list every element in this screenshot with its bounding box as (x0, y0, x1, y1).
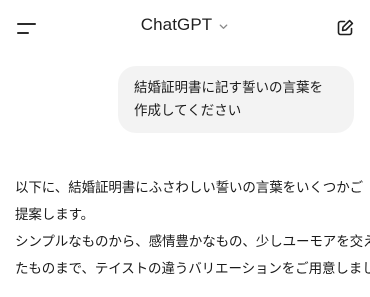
top-bar: ChatGPT (0, 0, 370, 54)
assistant-message-line: たものまで、テイストの違うバリエーションをご用意しました。 (15, 261, 370, 277)
assistant-message-line: シンプルなものから、感情豊かなもの、少しユーモアを交え (15, 234, 370, 250)
app-title: ChatGPT (140, 15, 213, 34)
assistant-message-line: 以下に、結婚証明書にふさわしい誓いの言葉をいくつかご (15, 180, 363, 196)
chevron-down-icon (219, 23, 228, 29)
assistant-message: 以下に、結婚証明書にふさわしい誓いの言葉をいくつかご 提案します。 シンプルなも… (15, 175, 370, 283)
user-message-line: 結婚証明書に記す誓いの言葉を (134, 80, 323, 96)
edit-icon (337, 19, 354, 36)
user-message-bubble: 結婚証明書に記す誓いの言葉を 作成してください (118, 66, 354, 133)
chat-app: ChatGPT 結婚証明書に記す誓いの言葉を 作成してください 以下に、結婚証明… (0, 0, 370, 297)
model-selector[interactable]: ChatGPT (0, 15, 370, 41)
new-chat-button[interactable] (332, 15, 358, 41)
user-message-line: 作成してください (134, 103, 242, 119)
assistant-message-line: 提案します。 (15, 207, 95, 223)
